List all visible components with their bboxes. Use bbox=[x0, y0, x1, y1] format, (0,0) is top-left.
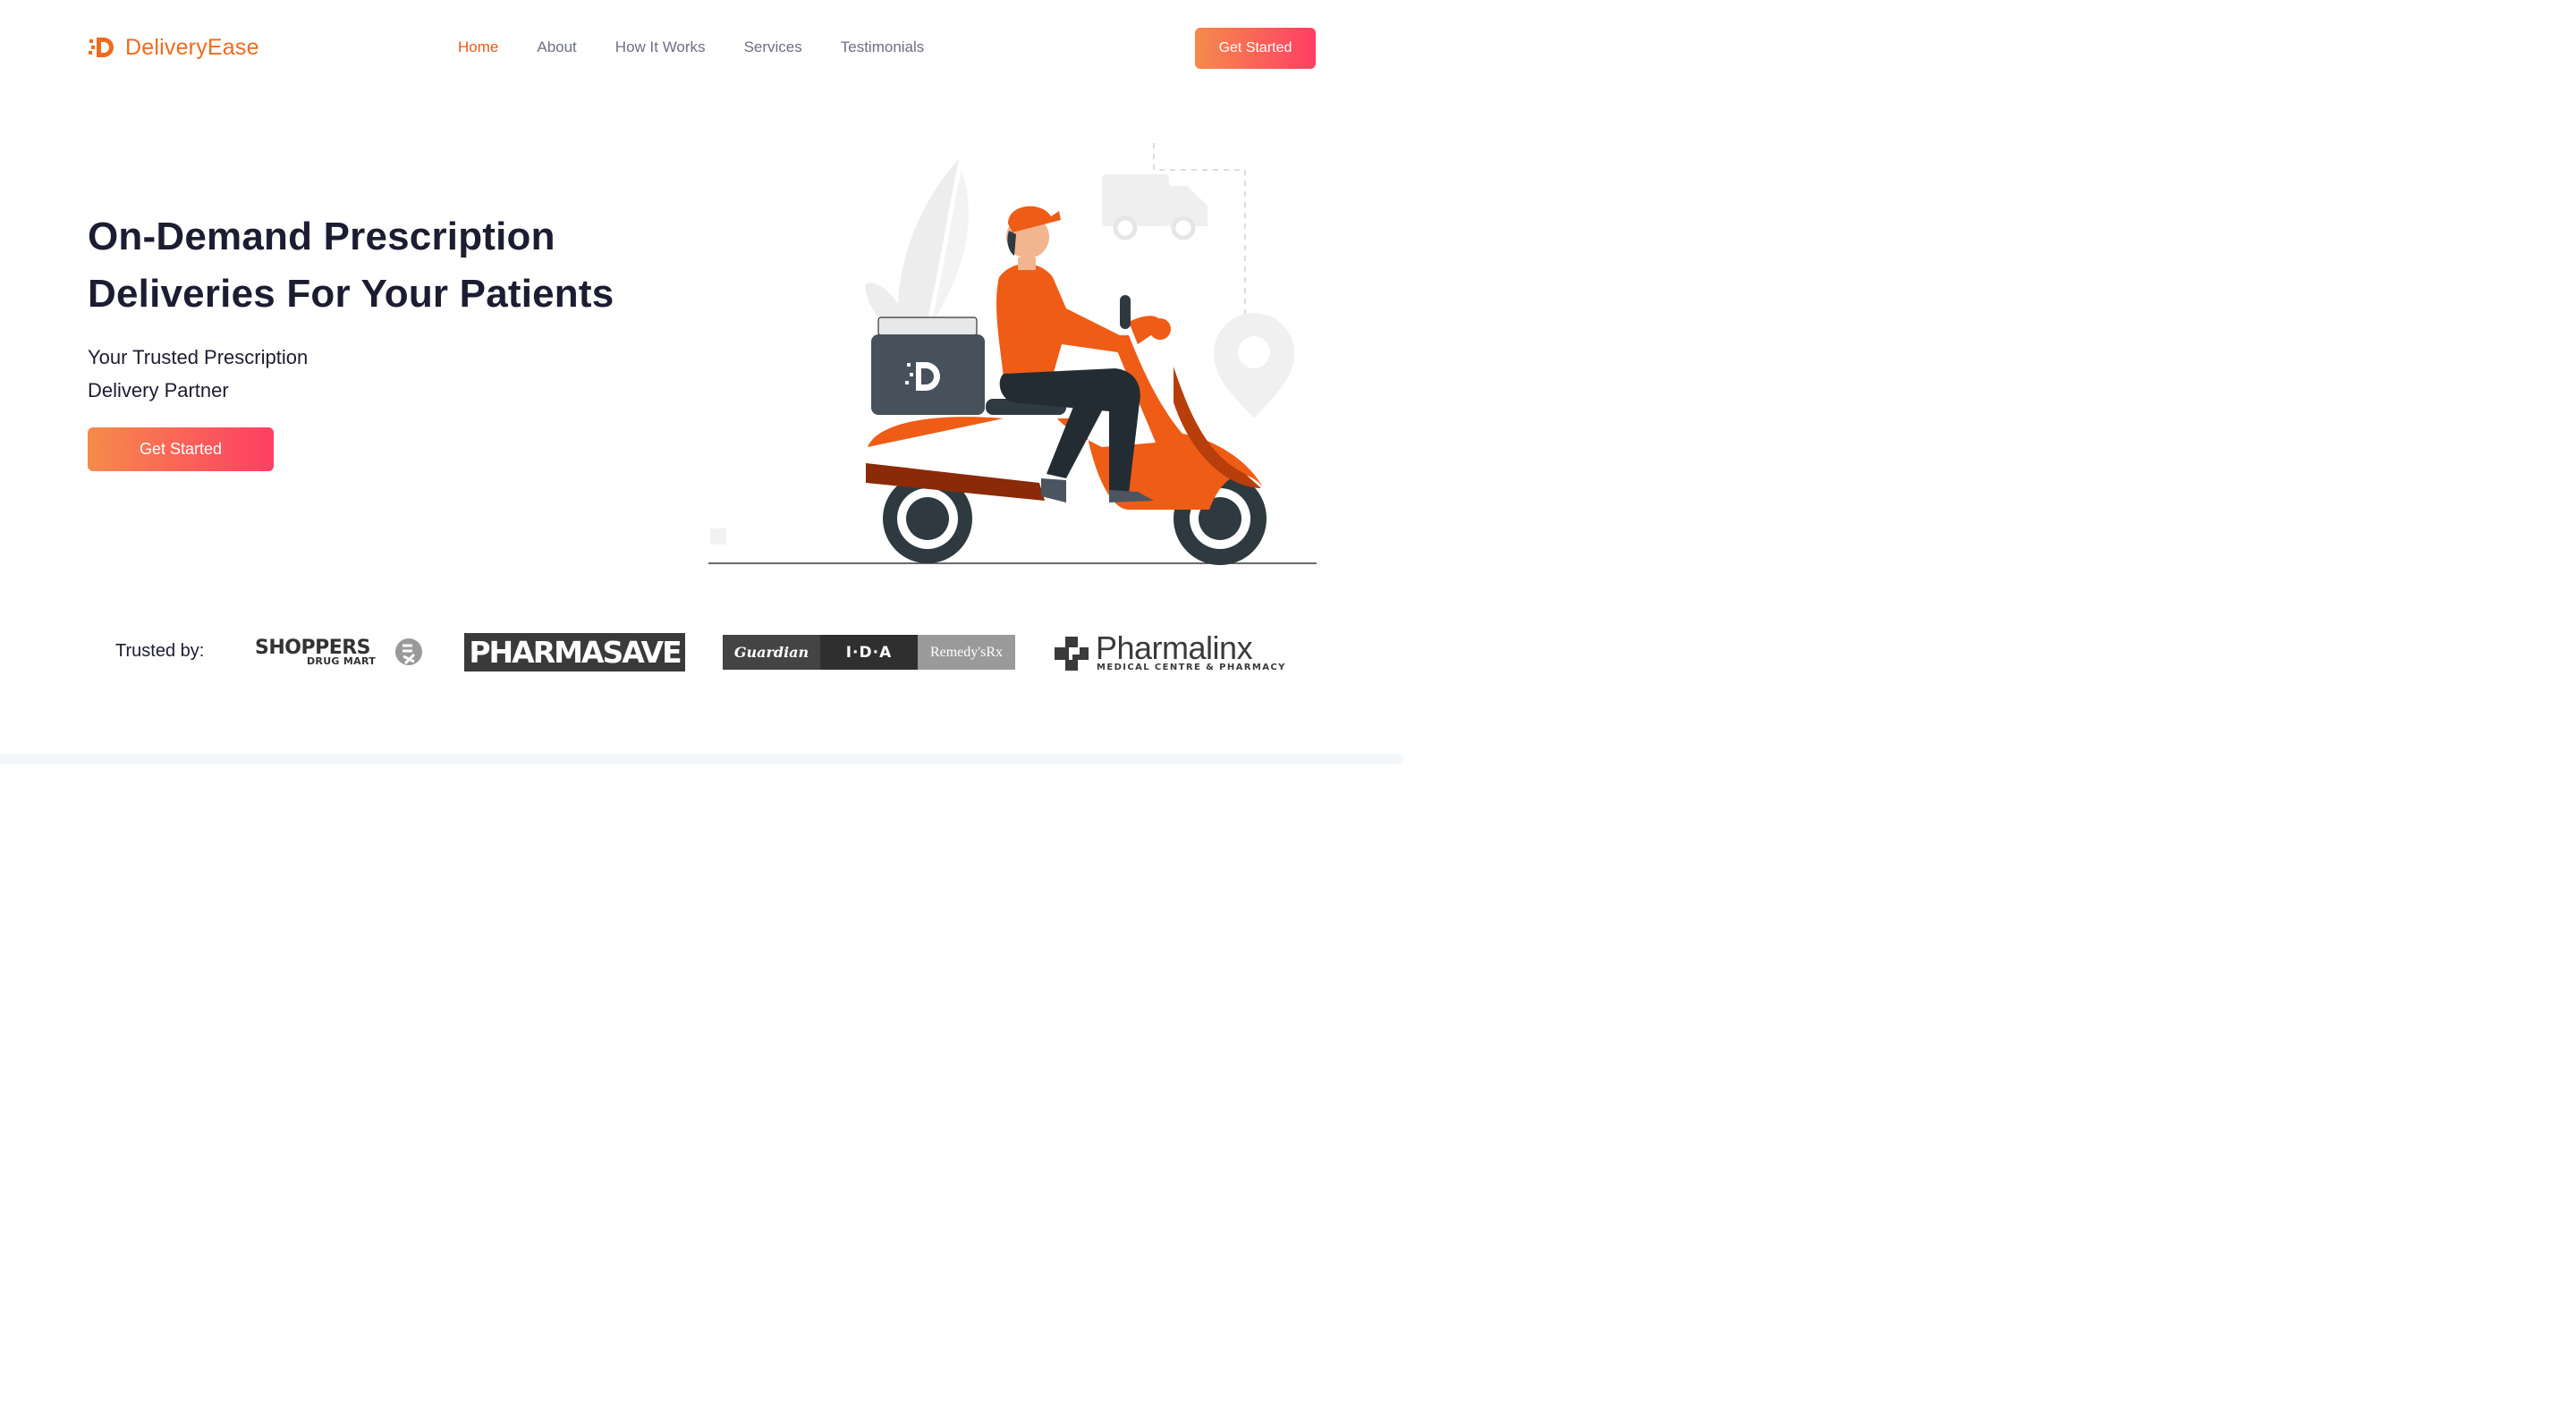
nav-about[interactable]: About bbox=[537, 38, 576, 56]
nav-services[interactable]: Services bbox=[744, 38, 802, 56]
ida-logo-text: I·D·A bbox=[820, 635, 918, 670]
trusted-by-section: Trusted by: SHOPPERS DRUG MART PHARMASAV… bbox=[0, 626, 1402, 680]
trusted-by-label: Trusted by: bbox=[115, 641, 205, 661]
pharmasave-logo-text: PHARMASAVE bbox=[469, 635, 682, 670]
site-header: DeliveryEase Home About How It Works Ser… bbox=[0, 0, 1402, 98]
guardian-logo-text: Guardian bbox=[723, 635, 820, 670]
shoppers-logo-sub: DRUG MART bbox=[307, 655, 377, 667]
nav-testimonials[interactable]: Testimonials bbox=[841, 38, 925, 56]
delivery-truck-icon bbox=[1102, 174, 1208, 241]
dashed-route-icon bbox=[1153, 143, 1246, 322]
hero-subtitle-line2: Delivery Partner bbox=[88, 379, 229, 401]
hero-title-line2: Deliveries For Your Patients bbox=[88, 272, 614, 316]
pharmalinx-logo-sub: MEDICAL CENTRE & PHARMACY bbox=[1097, 663, 1286, 672]
guardian-ida-remedys-logo: Guardian I·D·A Remedy'sRx bbox=[723, 635, 1015, 670]
brand-logo[interactable]: DeliveryEase bbox=[88, 32, 259, 63]
nav-how-it-works[interactable]: How It Works bbox=[615, 38, 706, 56]
main-nav: Home About How It Works Services Testimo… bbox=[458, 38, 924, 56]
remedys-logo-text: Remedy'sRx bbox=[918, 635, 1015, 670]
header-get-started-button[interactable]: Get Started bbox=[1195, 28, 1316, 69]
pharmalinx-cross-icon bbox=[1055, 637, 1089, 671]
delivery-illustration bbox=[708, 143, 1317, 565]
pharmalinx-logo-name: Pharmalinx bbox=[1096, 629, 1253, 666]
brand-logo-icon bbox=[89, 38, 114, 57]
next-section-strip bbox=[0, 754, 1402, 764]
pharmalinx-logo: Pharmalinx MEDICAL CENTRE & PHARMACY bbox=[1053, 629, 1284, 676]
shoppers-rx-icon bbox=[395, 638, 422, 665]
location-pin-icon bbox=[1214, 313, 1294, 418]
brand-name: DeliveryEase bbox=[125, 34, 259, 60]
hero-title-line1: On-Demand Prescription bbox=[88, 215, 555, 258]
shoppers-drug-mart-logo: SHOPPERS DRUG MART bbox=[255, 637, 425, 669]
hero-get-started-button[interactable]: Get Started bbox=[88, 427, 274, 471]
leaf-plant-icon bbox=[865, 159, 969, 338]
hero-subtitle-line1: Your Trusted Prescription bbox=[88, 346, 309, 368]
nav-home[interactable]: Home bbox=[458, 38, 498, 56]
hero-title: On-Demand Prescription Deliveries For Yo… bbox=[88, 208, 714, 323]
pharmasave-logo: PHARMASAVE bbox=[464, 633, 685, 671]
hero-subtitle: Your Trusted Prescription Delivery Partn… bbox=[88, 341, 374, 407]
